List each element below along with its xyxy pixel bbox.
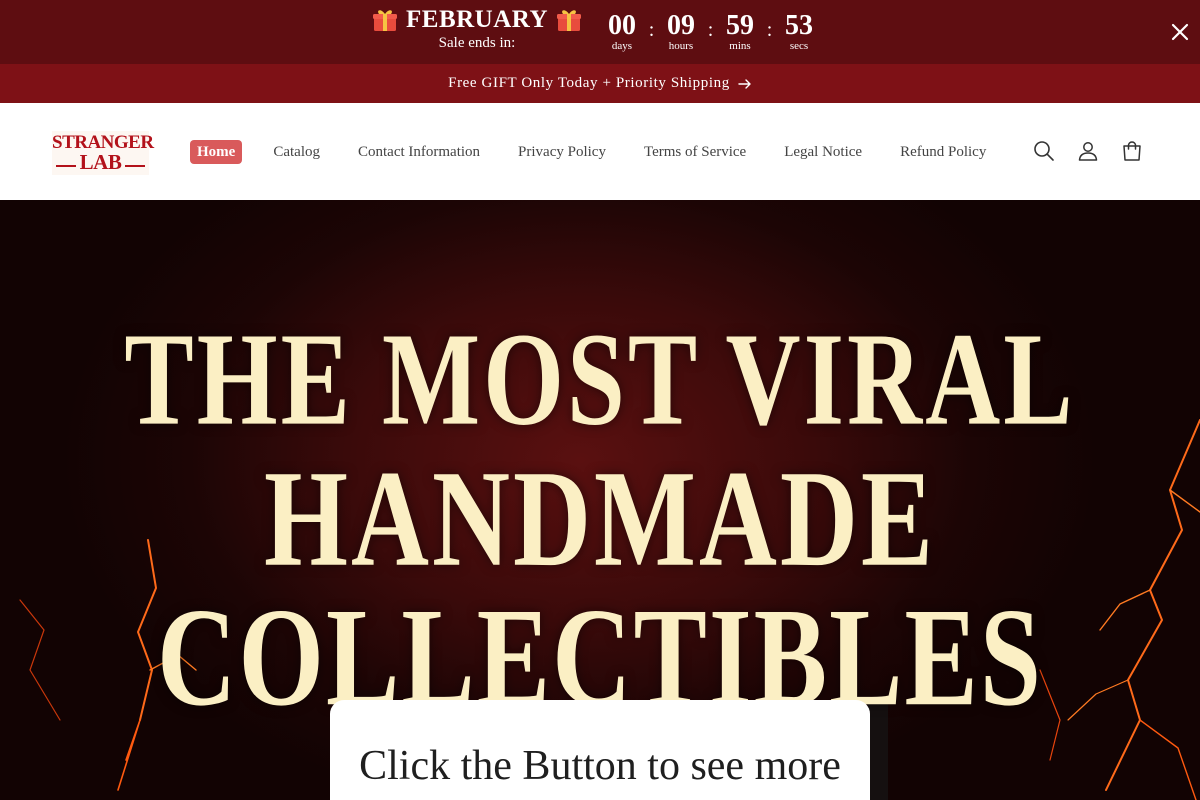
timer-days-label: days [611,40,633,52]
timer-hours-value: 09 [667,10,695,41]
timer-days-value: 00 [608,10,636,41]
nav-item-legal-notice[interactable]: Legal Notice [784,140,862,164]
search-icon[interactable] [1032,139,1056,163]
timer-mins-value: 59 [726,10,754,41]
logo-rule-right [125,165,145,167]
cart-icon[interactable] [1120,139,1144,163]
countdown-timer: 00 days : 09 hours : 59 mins : 53 secs [598,10,823,54]
nav-item-terms-of-service[interactable]: Terms of Service [644,140,746,164]
timer-separator: : [707,19,714,41]
logo[interactable]: STRANGER LAB [52,131,154,175]
close-icon[interactable] [1168,20,1192,44]
account-icon[interactable] [1076,139,1100,163]
nav-item-home[interactable]: Home [190,140,243,164]
timer-hours-label: hours [668,40,694,52]
cta-title: Click the Button to see more [359,743,841,789]
timer-secs-label: secs [789,40,809,52]
main-nav: Home Catalog Contact Information Privacy… [190,140,1024,164]
cta-card: Click the Button to see more [330,700,870,800]
timer-hours: 09 hours [657,10,705,52]
site-header: STRANGER LAB Home Catalog Contact Inform… [0,103,1200,200]
arrow-right-icon [738,78,751,89]
timer-separator: : [766,19,773,41]
promo-title-row: FEBRUARY [373,6,582,34]
timer-secs: 53 secs [775,10,823,52]
logo-line2: LAB [79,150,122,174]
nav-item-refund-policy[interactable]: Refund Policy [900,140,986,164]
hero-headline-line1: THE MOST VIRAL [124,305,1076,454]
promo-title: FEBRUARY [406,6,549,33]
logo-rule-left [56,165,76,167]
gift-icon [372,8,398,32]
hero-banner: THE MOST VIRAL HANDMADE COLLECTIBLES Cli… [0,200,1200,800]
nav-item-catalog[interactable]: Catalog [273,140,320,164]
timer-mins-label: mins [729,40,751,52]
announcement-bar: Free GIFT Only Today + Priority Shipping [0,64,1200,103]
promo-block: FEBRUARY Sale ends in: [373,6,582,52]
nav-item-contact-information[interactable]: Contact Information [358,140,480,164]
countdown-bar: FEBRUARY Sale ends in: 00 days : 09 hour… [0,0,1200,64]
timer-secs-value: 53 [785,10,813,41]
nav-item-privacy-policy[interactable]: Privacy Policy [518,140,606,164]
announcement-link[interactable]: Free GIFT Only Today + Priority Shipping [448,75,752,92]
timer-mins: 59 mins [716,10,764,52]
timer-separator: : [648,19,655,41]
announcement-text: Free GIFT Only Today + Priority Shipping [448,75,730,91]
timer-days: 00 days [598,10,646,52]
promo-subtitle: Sale ends in: [438,35,516,51]
gift-icon [556,8,582,32]
